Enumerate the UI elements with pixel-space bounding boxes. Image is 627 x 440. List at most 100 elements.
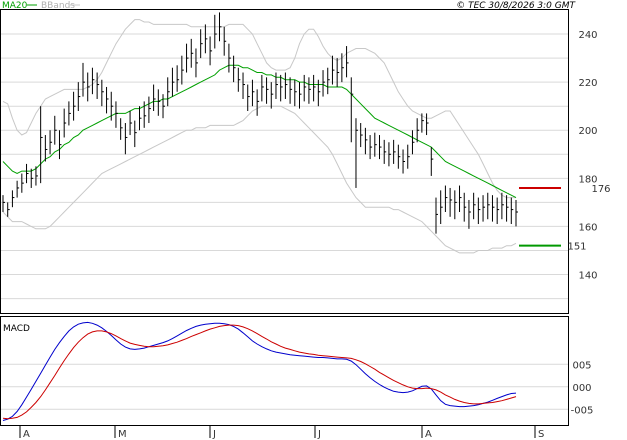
price-bar bbox=[346, 46, 349, 78]
price-bar bbox=[515, 199, 518, 227]
price-bar bbox=[49, 130, 53, 155]
price-bar bbox=[322, 70, 326, 97]
price-bar bbox=[299, 82, 302, 109]
price-bar bbox=[496, 197, 500, 225]
ma20-line bbox=[2, 64, 517, 199]
price-bar bbox=[430, 147, 434, 176]
price-bar bbox=[233, 55, 236, 83]
price-bar bbox=[63, 108, 67, 138]
month-label: J bbox=[212, 429, 216, 440]
price-bar bbox=[463, 192, 467, 222]
price-bar bbox=[251, 79, 255, 107]
legend-bbands: BBands bbox=[41, 1, 75, 11]
price-bar bbox=[129, 111, 133, 136]
price-bar bbox=[468, 199, 471, 229]
bollinger-bands bbox=[2, 19, 517, 254]
price-bar bbox=[16, 180, 20, 198]
price-bar bbox=[134, 120, 137, 148]
price-bar bbox=[120, 118, 123, 140]
price-levels: 176 151 bbox=[519, 184, 611, 253]
price-bar bbox=[369, 135, 373, 160]
price-bar bbox=[477, 197, 481, 225]
price-bar bbox=[204, 24, 208, 54]
price-bar bbox=[91, 67, 95, 95]
price-bar bbox=[54, 115, 57, 145]
price-bar bbox=[247, 84, 250, 111]
price-bar bbox=[435, 197, 438, 234]
bb-upper-line bbox=[2, 19, 516, 199]
macd-title: MACD bbox=[3, 324, 30, 334]
price-bar bbox=[275, 72, 278, 99]
price-bar bbox=[402, 149, 406, 174]
price-bar bbox=[397, 144, 401, 169]
price-bar bbox=[317, 79, 321, 107]
price-bar bbox=[303, 74, 307, 102]
price-bar bbox=[393, 139, 396, 164]
price-bar bbox=[242, 72, 246, 99]
ma20-layer bbox=[2, 64, 517, 199]
price-bar bbox=[148, 96, 151, 124]
price-bar bbox=[124, 123, 128, 155]
price-bar bbox=[214, 14, 217, 49]
price-tick-label: 220 bbox=[578, 78, 597, 89]
price-bar bbox=[157, 89, 161, 116]
price-bar bbox=[350, 77, 354, 143]
price-bar bbox=[2, 195, 5, 212]
price-bar bbox=[454, 190, 457, 220]
bb-lower-line bbox=[2, 105, 517, 254]
price-bar bbox=[176, 65, 180, 92]
price-tick-label: 180 bbox=[578, 174, 597, 185]
macd-tick-label: 000 bbox=[572, 383, 591, 394]
price-bar bbox=[138, 106, 142, 131]
price-bar bbox=[73, 91, 76, 121]
price-bar bbox=[218, 12, 222, 42]
legend-ma20: MA20 bbox=[2, 1, 28, 11]
macd-line bbox=[2, 321, 517, 421]
price-bar bbox=[294, 79, 297, 107]
month-label: M bbox=[118, 429, 127, 440]
price-bar bbox=[110, 91, 114, 121]
price-bar bbox=[101, 79, 104, 107]
price-bar bbox=[482, 195, 486, 222]
price-tick-label: 240 bbox=[578, 30, 597, 41]
price-bar bbox=[82, 62, 86, 97]
price-bar bbox=[284, 72, 288, 99]
price-bar bbox=[388, 142, 391, 167]
price-bar bbox=[487, 192, 490, 220]
price-bar bbox=[491, 195, 495, 222]
price-bar bbox=[209, 36, 213, 66]
price-bar bbox=[223, 26, 227, 56]
price-bar bbox=[407, 144, 410, 169]
price-bar bbox=[440, 190, 443, 225]
price-bar bbox=[44, 135, 48, 162]
price-bar bbox=[270, 82, 274, 109]
price-bar bbox=[331, 55, 335, 85]
price-bar bbox=[355, 118, 358, 188]
price-bar bbox=[40, 106, 43, 184]
price-panel-frame bbox=[0, 9, 569, 314]
price-bar bbox=[30, 168, 34, 188]
stock-chart: 176 151 140 160 180 200 220 240 -005 000 005 A M J… bbox=[0, 1, 611, 440]
price-bar bbox=[106, 86, 109, 114]
price-bar bbox=[379, 135, 382, 160]
price-bar bbox=[195, 48, 198, 78]
price-bar bbox=[459, 185, 462, 212]
price-bars bbox=[2, 12, 518, 234]
price-tick-label: 160 bbox=[578, 222, 597, 233]
price-bar bbox=[11, 190, 15, 208]
price-bar bbox=[308, 77, 311, 104]
price-bar bbox=[162, 94, 166, 119]
month-label: S bbox=[538, 429, 544, 440]
month-label: A bbox=[23, 429, 30, 440]
price-bar bbox=[510, 197, 514, 225]
resistance-label: 176 bbox=[591, 184, 610, 195]
price-bar bbox=[186, 43, 189, 73]
price-bar bbox=[426, 113, 429, 136]
price-bar bbox=[374, 132, 377, 157]
price-bar bbox=[364, 127, 368, 155]
price-bar bbox=[171, 67, 175, 97]
macd-y-axis: -005 000 005 bbox=[571, 360, 594, 416]
price-bar bbox=[506, 195, 509, 222]
month-label: A bbox=[425, 429, 432, 440]
macd-tick-label: 005 bbox=[572, 360, 591, 371]
